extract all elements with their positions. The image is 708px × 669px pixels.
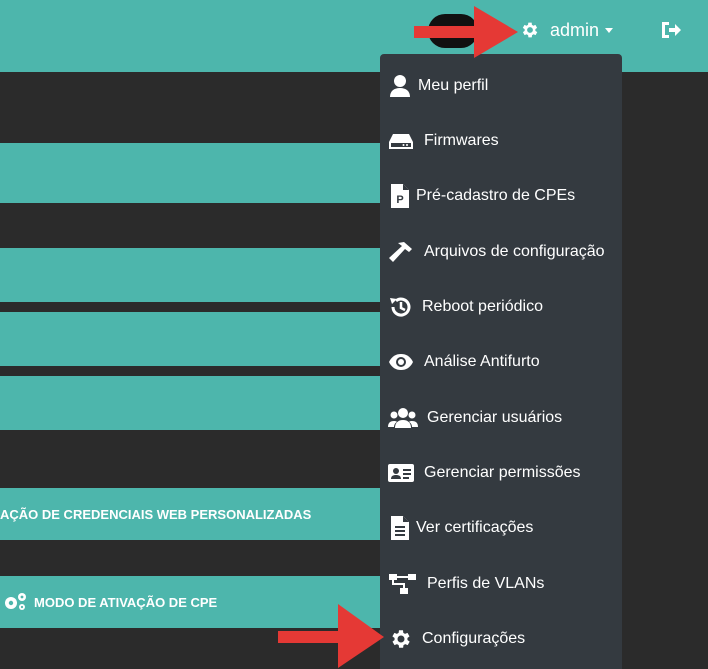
credentials-label: AÇÃO DE CREDENCIAIS WEB PERSONALIZADAS [0,506,312,522]
menu-item-label: Firmwares [424,132,499,149]
menu-item-label: Perfis de VLANs [427,575,545,592]
file-p-icon: P [391,184,409,208]
menu-item-label: Arquivos de configuração [424,243,605,260]
activation-label: MODO DE ATIVAÇÃO DE CPE [34,594,218,610]
menu-item-label: Reboot periódico [422,298,543,315]
menu-item-gerenciar-permissoes[interactable]: Gerenciar permissões [380,453,622,493]
menu-item-ver-certificacoes[interactable]: Ver certificações [380,508,622,548]
users-icon [388,408,418,428]
gears-icon [5,593,26,610]
eye-icon [389,354,413,370]
network-icon [389,574,416,594]
menu-item-label: Configurações [422,630,526,647]
menu-item-perfis-vlans[interactable]: Perfis de VLANs [380,564,622,604]
svg-text:P: P [396,194,403,206]
menu-item-analise-antifurto[interactable]: Análise Antifurto [380,342,622,382]
user-icon [390,75,410,97]
user-name-label: admin [550,19,600,40]
menu-item-label: Pré-cadastro de CPEs [416,187,576,204]
gear-icon [392,630,410,648]
history-icon [390,297,411,317]
admin-dropdown-menu: Meu perfil Firmwares P Pré-cadastro de C… [380,54,622,669]
menu-item-label: Gerenciar usuários [427,409,563,426]
panel-band[interactable] [0,248,380,302]
menu-item-label: Meu perfil [418,77,489,94]
menu-item-firmwares[interactable]: Firmwares [380,121,622,161]
menu-item-arquivos-configuracao[interactable]: Arquivos de configuração [380,232,622,272]
menu-item-label: Ver certificações [416,519,534,536]
credentials-band[interactable]: AÇÃO DE CREDENCIAIS WEB PERSONALIZADAS [0,488,380,540]
panel-band[interactable] [0,143,380,203]
hammer-icon [389,242,412,262]
panel-band[interactable] [0,376,380,430]
gear-icon [522,22,538,38]
user-menu-toggle[interactable]: admin [520,17,614,43]
menu-item-label: Gerenciar permissões [424,464,581,481]
annotation-arrow-configuracoes [278,604,384,668]
file-text-icon [391,516,409,540]
id-card-icon [388,464,414,482]
menu-item-gerenciar-usuarios[interactable]: Gerenciar usuários [380,398,622,438]
menu-item-label: Análise Antifurto [424,353,540,370]
chevron-down-icon [605,27,614,33]
menu-item-meu-perfil[interactable]: Meu perfil [380,66,622,106]
menu-item-pre-cadastro[interactable]: P Pré-cadastro de CPEs [380,176,622,216]
menu-item-reboot-periodico[interactable]: Reboot periódico [380,287,622,327]
hdd-icon [389,134,413,149]
panel-band[interactable] [0,312,380,366]
annotation-arrow-admin [414,6,518,58]
sign-out-icon[interactable] [660,20,682,40]
menu-item-configuracoes[interactable]: Configurações [380,619,622,659]
